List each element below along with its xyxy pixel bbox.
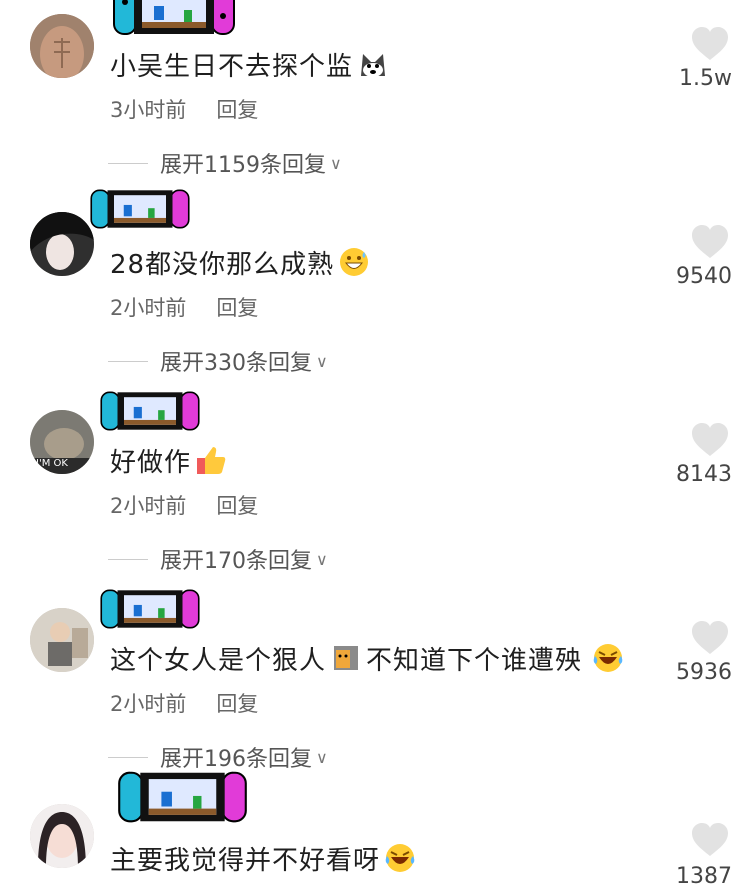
like-count: 1.5w: [679, 66, 732, 91]
comment-time: 2小时前: [110, 494, 187, 518]
thumbs-up-emoji-icon: [197, 447, 226, 474]
comment-time: 2小时前: [110, 296, 187, 320]
comment-item: 小吴生日不去探个监 3小时前 回复 展开1159条回复 ∨ 1.5w: [0, 0, 750, 194]
cat-emoji-icon: [334, 646, 359, 670]
comment-meta: 2小时前 回复: [110, 292, 258, 322]
comment-item: I'M OK 好做作 2小时前 回复 展开170条回复 ∨ 8143: [0, 391, 750, 590]
expand-replies-label: 展开1159条回复: [160, 153, 326, 178]
chevron-down-icon: ∨: [316, 747, 328, 767]
expand-replies-button[interactable]: 展开170条回复 ∨: [108, 543, 328, 575]
reply-button[interactable]: 回复: [216, 494, 258, 518]
switch-badge-icon: [100, 391, 200, 431]
expand-replies-label: 展开330条回复: [160, 351, 312, 376]
comment-item: 28都没你那么成熟 2小时前 回复 展开330条回复 ∨ 9540: [0, 189, 750, 392]
reply-button[interactable]: 回复: [216, 296, 258, 320]
comment-text: 好做作: [110, 442, 227, 479]
comment-time: 3小时前: [110, 98, 187, 122]
expand-replies-label: 展开170条回复: [160, 549, 312, 574]
comment-item: 这个女人是个狠人 不知道下个谁遭殃 2小时前 回复 展开196条回复 ∨ 5936: [0, 589, 750, 788]
chevron-down-icon: ∨: [330, 153, 342, 173]
switch-badge-icon: [90, 189, 190, 229]
avatar[interactable]: I'M OK: [30, 410, 94, 474]
divider: [108, 756, 148, 758]
heart-icon[interactable]: [690, 26, 730, 62]
reply-button[interactable]: 回复: [216, 98, 258, 122]
avatar[interactable]: [30, 14, 94, 78]
divider: [108, 360, 148, 362]
like-count: 1387: [676, 864, 732, 889]
laughing-tears-emoji-icon: [593, 644, 623, 672]
heart-icon[interactable]: [690, 422, 730, 458]
like-count: 9540: [676, 264, 732, 289]
comment-meta: 2小时前 回复: [110, 688, 258, 718]
switch-badge-icon: [118, 771, 247, 823]
comment-item: 主要我觉得并不好看呀 1387: [0, 771, 750, 889]
switch-badge-icon: [113, 0, 235, 35]
laughing-tears-emoji-icon: [385, 844, 415, 872]
like-count: 8143: [676, 462, 732, 487]
heart-icon[interactable]: [690, 822, 730, 858]
comment-text: 主要我觉得并不好看呀: [110, 840, 416, 877]
husky-emoji-icon: [361, 54, 386, 77]
comment-text: 小吴生日不去探个监: [110, 46, 389, 83]
avatar[interactable]: [30, 804, 94, 868]
heart-icon[interactable]: [690, 224, 730, 260]
divider: [108, 162, 148, 164]
expand-replies-button[interactable]: 展开1159条回复 ∨: [108, 147, 342, 179]
chevron-down-icon: ∨: [316, 549, 328, 569]
heart-icon[interactable]: [690, 620, 730, 656]
comment-meta: 3小时前 回复: [110, 94, 258, 124]
comment-text: 28都没你那么成熟: [110, 244, 370, 281]
avatar[interactable]: [30, 212, 94, 276]
grinning-sweat-emoji-icon: [340, 248, 369, 276]
comment-text: 这个女人是个狠人 不知道下个谁遭殃: [110, 640, 624, 677]
avatar-caption: I'M OK: [36, 458, 68, 469]
comment-time: 2小时前: [110, 692, 187, 716]
avatar[interactable]: [30, 608, 94, 672]
reply-button[interactable]: 回复: [216, 692, 258, 716]
like-count: 5936: [676, 660, 732, 685]
divider: [108, 558, 148, 560]
expand-replies-button[interactable]: 展开330条回复 ∨: [108, 345, 328, 377]
switch-badge-icon: [100, 589, 200, 629]
comment-meta: 2小时前 回复: [110, 490, 258, 520]
chevron-down-icon: ∨: [316, 351, 328, 371]
